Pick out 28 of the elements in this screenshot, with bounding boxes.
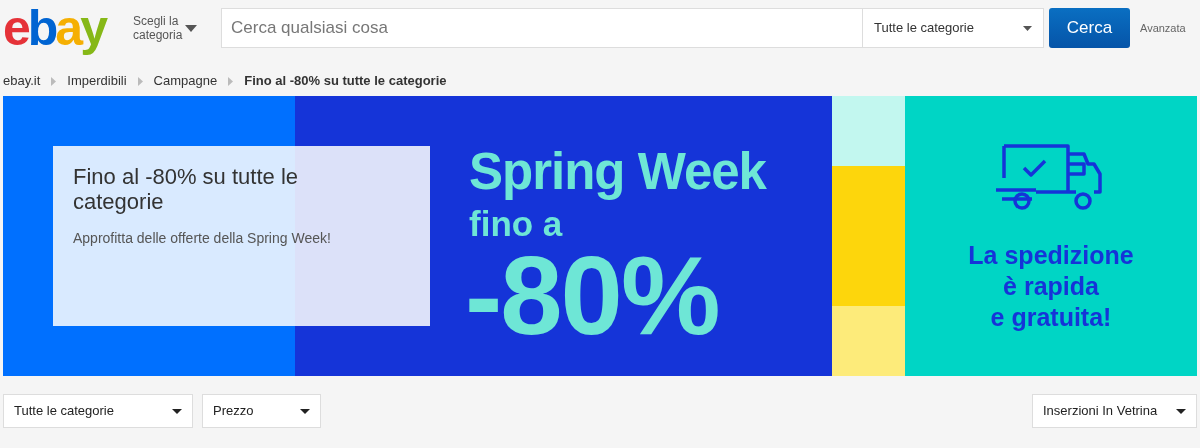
category-menu[interactable]: Scegli la categoria xyxy=(133,14,197,42)
subline-text: fino a xyxy=(469,204,564,244)
chevron-icon xyxy=(137,76,143,86)
shipping-text: La spedizione xyxy=(968,240,1134,271)
caret-icon xyxy=(300,408,310,414)
chevron-icon xyxy=(228,76,234,86)
discount-text: -80% xyxy=(465,244,720,348)
breadcrumb-link[interactable]: ebay.it xyxy=(3,71,41,91)
search-field[interactable]: Cerca qualsiasi cosa xyxy=(221,8,863,48)
headline-text: Spring Week xyxy=(469,146,768,198)
shipping-text: è rapida xyxy=(1003,271,1099,302)
current-page-crumb: Fino al -80% su tutte le categorie xyxy=(244,72,447,91)
caret-icon xyxy=(185,24,197,32)
card-text: Approfitta delle offerte della Spring Week! xyxy=(73,229,332,248)
advanced-search-link[interactable]: Avanzata xyxy=(1140,19,1186,37)
shipping-text: e gratuita! xyxy=(990,302,1112,333)
card-title: Fino al -80% su tutte le categorie xyxy=(73,164,299,214)
breadcrumb-link[interactable]: Imperdibili xyxy=(67,71,127,91)
breadcrumb-link[interactable]: Campagne xyxy=(153,71,218,91)
search-button[interactable]: Cerca xyxy=(1049,8,1130,48)
caret-icon xyxy=(1023,25,1032,31)
caret-icon xyxy=(1176,408,1186,414)
filter-dropdown[interactable]: Tutte le categorie xyxy=(3,394,193,428)
chevron-icon xyxy=(51,76,57,86)
category-dropdown[interactable]: Tutte le categorie xyxy=(863,8,1044,48)
filter-dropdown[interactable]: Prezzo xyxy=(202,394,321,428)
caret-icon xyxy=(172,408,182,414)
sort-dropdown[interactable]: Inserzioni In Vetrina xyxy=(1032,394,1197,428)
